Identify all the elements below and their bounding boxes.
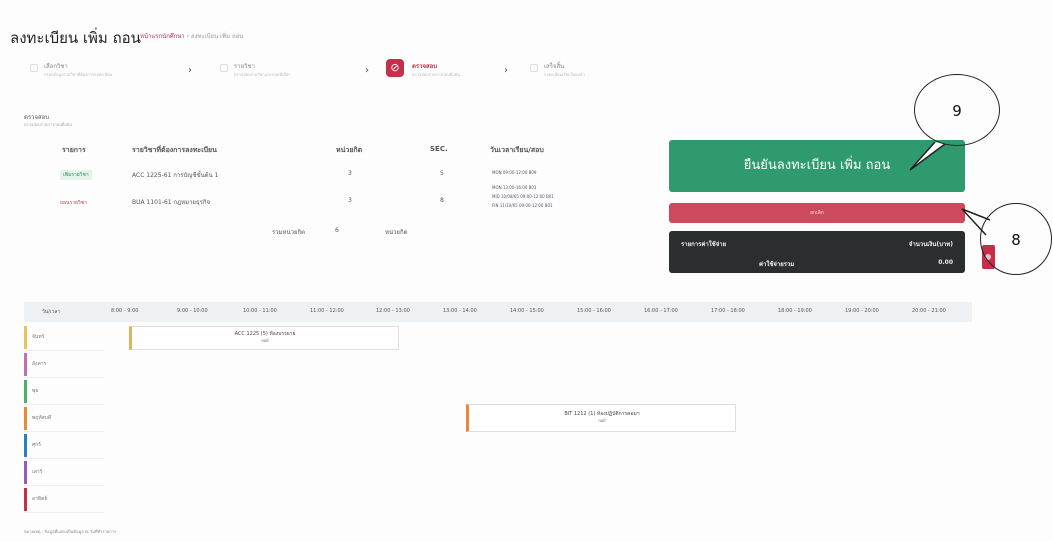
- course-exam-time: FIN 11/10/65 09:00-12:00 B01: [492, 203, 553, 208]
- course-name: ACC 1225-61 การบัญชีขั้นต้น 1: [132, 172, 219, 179]
- cancel-button[interactable]: ยกเลิก: [669, 203, 965, 223]
- course-credit: 3: [348, 170, 352, 177]
- step-idle-icon: [220, 64, 228, 72]
- chevron-right-icon: ›: [504, 65, 508, 76]
- time-slot-header: 13:00 - 14:00: [443, 308, 477, 314]
- time-slot-header: 12:00 - 13:00: [376, 308, 410, 314]
- cost-total-label: ค่าใช้จ่ายรวม: [759, 261, 795, 268]
- weekly-schedule: วัน/เวลา 8:00 - 9:00 9:00 - 10:00 10:00 …: [24, 302, 972, 520]
- day-row-wednesday: พุธ: [24, 378, 104, 405]
- schedule-header: วัน/เวลา 8:00 - 9:00 9:00 - 10:00 10:00 …: [24, 302, 972, 322]
- time-slot-header: 15:00 - 16:00: [577, 308, 611, 314]
- total-credit-unit: หน่วยกิต: [385, 229, 408, 236]
- day-color-bar: [24, 488, 27, 511]
- time-slot-header: 18:00 - 19:00: [778, 308, 812, 314]
- day-color-bar: [24, 380, 27, 403]
- course-sec: 8: [440, 197, 444, 204]
- day-row-sunday: อาทิตย์: [24, 486, 104, 513]
- time-slot-header: 17:00 - 18:00: [711, 308, 745, 314]
- step-sub: ตรวจสอบรายวิชาและกลุ่มที่เลือก: [234, 72, 291, 77]
- schedule-block[interactable]: ACC 1225 (5) ห้องบรรยาย null: [129, 326, 399, 350]
- course-credit: 3: [348, 197, 352, 204]
- day-row-thursday: พฤหัสบดี: [24, 405, 104, 432]
- day-row-friday: ศุกร์: [24, 432, 104, 459]
- day-row-tuesday: อังคาร: [24, 351, 104, 378]
- step-course-list[interactable]: รายวิชา ตรวจสอบรายวิชาและกลุ่มที่เลือก: [220, 55, 370, 89]
- schedule-block[interactable]: BIT 1212 (1) ห้องปฏิบัติการคอมฯ null: [466, 404, 736, 432]
- breadcrumb-separator: ›: [186, 33, 189, 40]
- col-header-course: รายวิชาที่ต้องการลงทะเบียน: [132, 146, 217, 154]
- day-color-bar: [24, 353, 27, 376]
- status-badge: เพิ่มรายวิชา: [60, 170, 92, 180]
- step-sub: กรอกข้อมูลรายวิชาที่ต้องการลงทะเบียน: [44, 72, 113, 77]
- day-color-bar: [24, 434, 27, 457]
- day-label: อังคาร: [32, 361, 47, 367]
- callout-8: 8: [980, 203, 1052, 275]
- day-color-bar: [24, 407, 27, 430]
- registration-stepper: เลือกวิชา กรอกข้อมูลรายวิชาที่ต้องการลงท…: [20, 55, 700, 89]
- step-sub: ตรวจสอบรายการก่อนยืนยัน: [412, 72, 460, 77]
- day-label: อาทิตย์: [32, 496, 48, 502]
- step-sub: ลงทะเบียนเรียบร้อยแล้ว: [544, 72, 585, 77]
- time-slot-header: 8:00 - 9:00: [111, 308, 139, 314]
- cost-summary-panel: รายการค่าใช้จ่าย จำนวนเงิน(บาท) ค่าใช้จ่…: [669, 231, 965, 273]
- block-room: null: [598, 418, 606, 423]
- step-idle-icon: [530, 64, 538, 72]
- day-label: พุธ: [32, 388, 39, 394]
- day-color-bar: [24, 326, 27, 349]
- step-label: รายวิชา: [234, 63, 255, 70]
- course-time: MON 13:00-16:00 B03: [492, 185, 537, 190]
- day-row-saturday: เสาร์: [24, 459, 104, 486]
- block-title: ACC 1225 (5) ห้องบรรยาย: [234, 331, 296, 337]
- step-idle-icon: [30, 64, 38, 72]
- chevron-right-icon: ›: [365, 65, 369, 76]
- day-color-bar: [24, 461, 27, 484]
- day-label: จันทร์: [32, 334, 45, 340]
- cost-col-amount: จำนวนเงิน(บาท): [908, 241, 953, 248]
- cost-col-item: รายการค่าใช้จ่าย: [681, 241, 727, 248]
- day-label: ศุกร์: [32, 442, 41, 448]
- col-header-credit: หน่วยกิต: [336, 146, 363, 154]
- day-row-monday: จันทร์: [24, 324, 104, 351]
- page-title: ลงทะเบียน เพิ่ม ถอน: [10, 29, 141, 47]
- block-room: null: [261, 338, 269, 343]
- step-label: ตรวจสอบ: [412, 63, 438, 70]
- step-done[interactable]: เสร็จสิ้น ลงทะเบียนเรียบร้อยแล้ว: [530, 55, 690, 89]
- breadcrumb-current: ลงทะเบียน เพิ่ม ถอน: [190, 33, 244, 40]
- course-sec: 5: [440, 170, 444, 177]
- status-badge: ถอนรายวิชา: [60, 200, 87, 206]
- section-subtitle: ตรวจสอบรายการก่อนยืนยัน: [24, 122, 72, 127]
- total-credit-label: รวมหน่วยกิต: [272, 229, 306, 236]
- col-header-time: วันเวลาเรียน/สอบ: [490, 146, 544, 154]
- course-time: MON 09:00-12:00 B09: [492, 170, 537, 175]
- day-label: พฤหัสบดี: [32, 415, 52, 421]
- time-slot-header: 10:00 - 11:00: [243, 308, 277, 314]
- chevron-right-icon: ›: [188, 65, 192, 76]
- check-circle-icon: ⊘: [386, 59, 404, 77]
- col-header-type: รายการ: [62, 146, 86, 154]
- breadcrumb-home-link[interactable]: หน้าแรกนักศึกษา: [140, 33, 185, 40]
- schedule-day-header: วัน/เวลา: [42, 309, 61, 315]
- time-slot-header: 20:00 - 21:00: [912, 308, 946, 314]
- step-label: เสร็จสิ้น: [544, 63, 565, 70]
- step-review[interactable]: ⊘ ตรวจสอบ ตรวจสอบรายการก่อนยืนยัน: [386, 55, 516, 89]
- time-slot-header: 14:00 - 15:00: [510, 308, 544, 314]
- footer-note: หมายเหตุ : ข้อมูลที่แสดงเป็นข้อมูล ณ วัน…: [24, 529, 116, 534]
- block-title: BIT 1212 (1) ห้องปฏิบัติการคอมฯ: [564, 411, 640, 417]
- breadcrumb: หน้าแรกนักศึกษา › ลงทะเบียน เพิ่ม ถอน: [140, 31, 243, 41]
- step-select-course[interactable]: เลือกวิชา กรอกข้อมูลรายวิชาที่ต้องการลงท…: [30, 55, 180, 89]
- course-exam-time: MID 10/08/65 09:00-12:00 B01: [492, 194, 554, 199]
- total-credit-value: 6: [335, 227, 339, 234]
- time-slot-header: 19:00 - 20:00: [845, 308, 879, 314]
- day-label: เสาร์: [32, 469, 43, 475]
- course-name: BUA 1101-61 กฎหมายธุรกิจ: [132, 199, 210, 206]
- time-slot-header: 16:00 - 17:00: [644, 308, 678, 314]
- time-slot-header: 9:00 - 10:00: [177, 308, 208, 314]
- col-header-sec: SEC.: [430, 145, 448, 153]
- step-label: เลือกวิชา: [44, 63, 68, 70]
- callout-9: 9: [914, 74, 1000, 146]
- time-slot-header: 11:00 - 12:00: [310, 308, 344, 314]
